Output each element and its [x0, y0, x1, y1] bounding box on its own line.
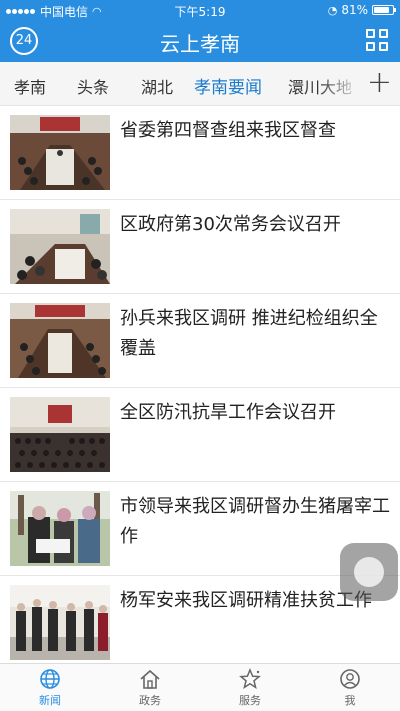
status-bar: 中国电信 ◠ 下午5:19 ◔ 81%	[0, 0, 400, 20]
bottom-nav-label: 政务	[139, 694, 161, 707]
home-icon	[140, 669, 160, 689]
status-right: ◔ 81%	[327, 3, 396, 17]
news-thumbnail	[10, 397, 110, 472]
news-item[interactable]: 区政府第30次常务会议召开	[0, 200, 400, 294]
bottom-nav-news[interactable]: 新闻	[10, 668, 90, 708]
globe-icon	[40, 669, 60, 689]
news-thumbnail	[10, 209, 110, 284]
grid-menu-icon[interactable]	[366, 29, 390, 53]
news-title: 孙兵来我区调研 推进纪检组织全覆盖	[120, 308, 378, 359]
tab-xiaonan[interactable]: 孝南	[14, 74, 46, 98]
alarm-icon: ◔	[327, 3, 338, 17]
nav-bar: 24 云上孝南	[0, 20, 400, 62]
bottom-nav: 新闻 政务 服务 我	[0, 663, 400, 711]
news-thumbnail	[10, 491, 110, 566]
news-title: 省委第四督查组来我区督查	[120, 120, 336, 141]
user-icon	[340, 669, 360, 689]
tab-toutiao[interactable]: 头条	[77, 74, 109, 98]
bottom-nav-services[interactable]: 服务	[210, 668, 290, 708]
news-item[interactable]: 孙兵来我区调研 推进纪检组织全覆盖	[0, 294, 400, 388]
news-thumbnail	[10, 585, 110, 660]
tab-xiaonan-news[interactable]: 孝南要闻	[194, 73, 262, 98]
channel-tabs: 孝南 头条 湖北 孝南要闻 澴川大地 +	[0, 62, 400, 106]
page-title: 云上孝南	[160, 32, 240, 56]
assistive-touch-button[interactable]	[340, 543, 398, 601]
tab-hubei[interactable]: 湖北	[141, 74, 173, 98]
battery-fill	[374, 7, 389, 13]
bottom-nav-label: 我	[344, 694, 356, 707]
add-tab-icon[interactable]: +	[367, 68, 392, 98]
news-item[interactable]: 全区防汛抗旱工作会议召开	[0, 388, 400, 482]
news-title: 区政府第30次常务会议召开	[120, 214, 341, 235]
news-title: 全区防汛抗旱工作会议召开	[120, 402, 336, 423]
bottom-nav-label: 新闻	[39, 694, 61, 707]
bottom-nav-label: 服务	[239, 694, 261, 707]
bottom-nav-me[interactable]: 我	[310, 668, 390, 708]
news-thumbnail	[10, 115, 110, 190]
star-icon	[239, 668, 261, 690]
news-item[interactable]: 省委第四督查组来我区督查	[0, 106, 400, 200]
battery-icon	[372, 5, 396, 15]
news-thumbnail	[10, 303, 110, 378]
battery-percent: 81%	[341, 3, 368, 17]
tab-fade	[318, 62, 362, 105]
bottom-nav-government[interactable]: 政务	[110, 668, 190, 708]
